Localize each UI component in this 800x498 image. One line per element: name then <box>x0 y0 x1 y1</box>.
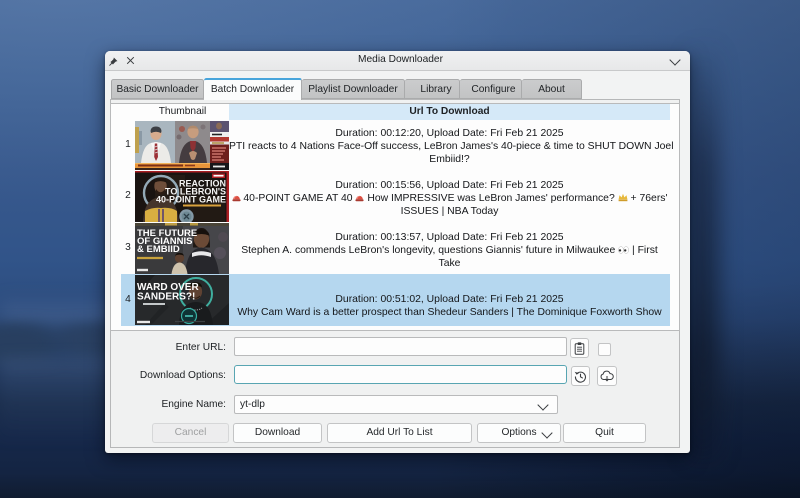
svg-text:& EMBIID: & EMBIID <box>137 244 180 255</box>
svg-text:40-POINT GAME: 40-POINT GAME <box>156 195 226 205</box>
svg-text:SANDERS?!: SANDERS?! <box>137 292 195 303</box>
